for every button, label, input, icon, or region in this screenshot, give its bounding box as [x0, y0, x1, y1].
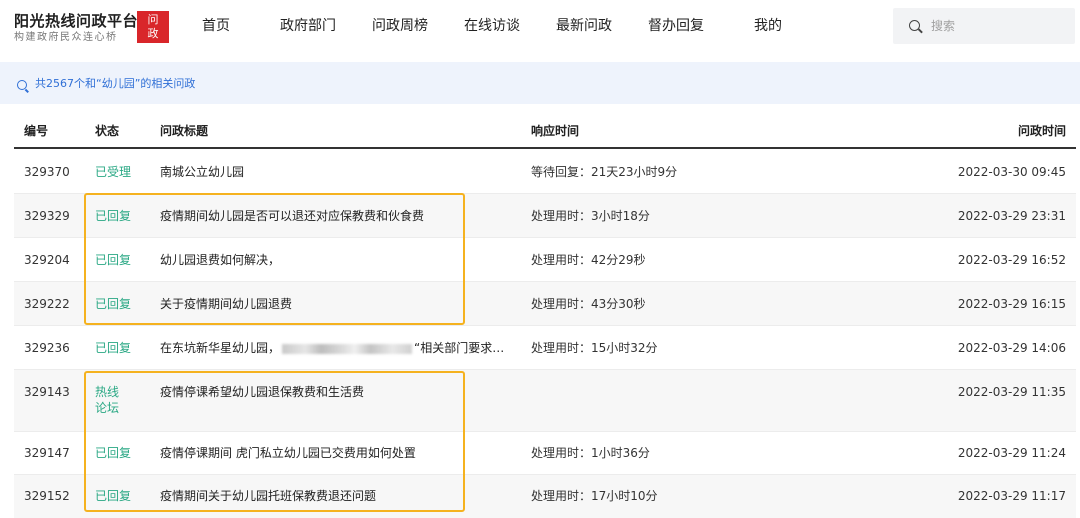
row-status: 已受理: [95, 165, 132, 179]
table-row[interactable]: 329370 已受理 南城公立幼儿园 等待回复：21天23小时9分 2022-0…: [14, 150, 1076, 194]
column-header-time: 问政时间: [1017, 124, 1066, 138]
nav-government-departments[interactable]: 政府部门: [262, 0, 354, 52]
row-title-link[interactable]: 南城公立幼儿园: [160, 164, 244, 180]
row-status: 热线论坛: [95, 385, 120, 415]
row-id: 329236: [24, 341, 70, 355]
row-response-time: 等待回复：21天23小时9分: [531, 165, 678, 179]
search-input[interactable]: [931, 17, 1061, 35]
table-row[interactable]: 329329 已回复 疫情期间幼儿园是否可以退还对应保教费和伙食费 处理用时：3…: [14, 194, 1076, 238]
table-row[interactable]: 329147 已回复 疫情停课期间 虎门私立幼儿园已交费用如何处置 处理用时：1…: [14, 432, 1076, 475]
row-status: 已回复: [95, 209, 132, 223]
row-title-link[interactable]: 关于疫情期间幼儿园退费: [160, 296, 292, 312]
row-submit-time: 2022-03-29 11:24: [957, 446, 1066, 460]
nav-supervised-replies[interactable]: 督办回复: [630, 0, 722, 52]
row-submit-time: 2022-03-30 09:45: [957, 165, 1066, 179]
row-title-link[interactable]: 疫情期间关于幼儿园托班保教费退还问题: [160, 488, 376, 504]
search-icon[interactable]: [909, 20, 920, 31]
nav-weekly-ranking[interactable]: 问政周榜: [354, 0, 446, 52]
row-status: 已回复: [95, 297, 132, 311]
row-id: 329222: [24, 297, 70, 311]
row-response-time: 处理用时：1小时36分: [531, 446, 650, 460]
row-response-time: 处理用时：3小时18分: [531, 209, 650, 223]
search-box[interactable]: [893, 8, 1075, 44]
row-id: 329370: [24, 165, 70, 179]
row-id: 329329: [24, 209, 70, 223]
redacted-text: [282, 343, 413, 354]
row-submit-time: 2022-03-29 16:15: [957, 297, 1066, 311]
logo-badge-top: 问: [147, 13, 159, 26]
row-title-link[interactable]: 疫情期间幼儿园是否可以退还对应保教费和伙食费: [160, 208, 424, 224]
row-status: 已回复: [95, 253, 132, 267]
row-title-link[interactable]: 在东坑新华星幼儿园， “相关部门要求…: [160, 340, 504, 356]
nav-mine[interactable]: 我的: [722, 0, 814, 52]
table-header: 编号 状态 问政标题 响应时间 问政时间: [14, 113, 1076, 149]
row-title-suffix: “相关部门要求…: [414, 341, 505, 355]
table-row[interactable]: 329143 热线论坛 疫情停课希望幼儿园退保教费和生活费 2022-03-29…: [14, 370, 1076, 432]
column-header-id: 编号: [24, 124, 49, 138]
row-id: 329147: [24, 446, 70, 460]
table-row[interactable]: 329222 已回复 关于疫情期间幼儿园退费 处理用时：43分30秒 2022-…: [14, 282, 1076, 326]
nav-online-interview[interactable]: 在线访谈: [446, 0, 538, 52]
column-header-response: 响应时间: [531, 124, 580, 138]
column-header-status: 状态: [95, 124, 120, 138]
column-header-title: 问政标题: [160, 124, 209, 138]
site-logo[interactable]: 阳光热线问政平台 构建政府民众连心桥 问 政: [14, 11, 169, 44]
row-id: 329143: [24, 385, 70, 399]
row-title-prefix: 在东坑新华星幼儿园，: [160, 341, 281, 355]
row-status: 已回复: [95, 489, 132, 503]
row-status: 已回复: [95, 341, 132, 355]
row-status: 已回复: [95, 446, 132, 460]
row-response-time: 处理用时：42分29秒: [531, 253, 646, 267]
row-response-time: 处理用时：15小时32分: [531, 341, 658, 355]
row-id: 329204: [24, 253, 70, 267]
row-title-link[interactable]: 疫情停课希望幼儿园退保教费和生活费: [160, 384, 364, 400]
row-submit-time: 2022-03-29 16:52: [957, 253, 1066, 267]
logo-badge: 问 政: [137, 11, 169, 43]
row-submit-time: 2022-03-29 23:31: [957, 209, 1066, 223]
nav-latest[interactable]: 最新问政: [538, 0, 630, 52]
table-row[interactable]: 329152 已回复 疫情期间关于幼儿园托班保教费退还问题 处理用时：17小时1…: [14, 475, 1076, 518]
top-header: 阳光热线问政平台 构建政府民众连心桥 问 政 首页 政府部门 问政周榜 在线访谈…: [0, 0, 1080, 62]
logo-title: 阳光热线问政平台: [14, 12, 139, 30]
search-icon: [17, 80, 27, 90]
row-title-link[interactable]: 幼儿园退费如何解决，: [160, 252, 280, 268]
logo-badge-bottom: 政: [147, 27, 159, 40]
row-submit-time: 2022-03-29 11:17: [957, 489, 1066, 503]
row-response-time: 处理用时：43分30秒: [531, 297, 646, 311]
row-response-time: 处理用时：17小时10分: [531, 489, 658, 503]
table-row[interactable]: 329204 已回复 幼儿园退费如何解决， 处理用时：42分29秒 2022-0…: [14, 238, 1076, 282]
logo-subtitle: 构建政府民众连心桥: [14, 32, 118, 43]
table-row[interactable]: 329236 已回复 在东坑新华星幼儿园， “相关部门要求… 处理用时：15小时3…: [14, 326, 1076, 370]
row-title-link[interactable]: 疫情停课期间 虎门私立幼儿园已交费用如何处置: [160, 445, 416, 461]
main-nav: 首页 政府部门 问政周榜 在线访谈 最新问政 督办回复 我的: [170, 0, 814, 52]
result-count-text: 共2567个和“幼儿园”的相关问政: [35, 77, 196, 90]
row-submit-time: 2022-03-29 11:35: [957, 385, 1066, 399]
row-submit-time: 2022-03-29 14:06: [957, 341, 1066, 355]
row-id: 329152: [24, 489, 70, 503]
nav-home[interactable]: 首页: [170, 0, 262, 52]
